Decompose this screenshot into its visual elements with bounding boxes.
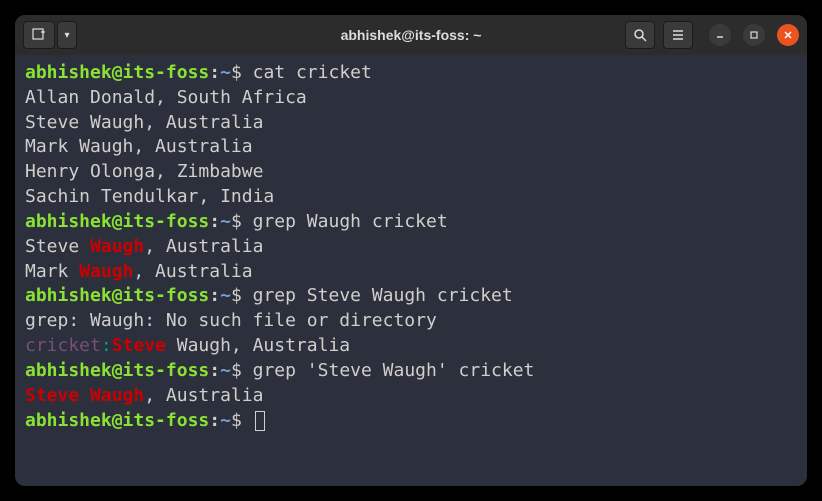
- prompt-at: @: [112, 360, 123, 381]
- command-text: cat cricket: [253, 62, 372, 83]
- chevron-down-icon: ▾: [64, 30, 69, 41]
- grep-filename: cricket: [25, 335, 101, 356]
- prompt-colon: :: [209, 410, 220, 431]
- prompt-user: abhishek: [25, 410, 112, 431]
- window-controls: [709, 24, 799, 46]
- grep-match: Waugh: [90, 236, 144, 257]
- command-text: grep 'Steve Waugh' cricket: [253, 360, 535, 381]
- prompt-colon: :: [209, 62, 220, 83]
- prompt-dollar: $: [231, 410, 253, 431]
- error-line: grep: Waugh: No such file or directory: [25, 309, 797, 334]
- grep-match: Steve: [112, 335, 166, 356]
- output-line: Mark Waugh, Australia: [25, 135, 797, 160]
- prompt-path: ~: [220, 285, 231, 306]
- prompt-host: its-foss: [123, 410, 210, 431]
- output-line: Steve Waugh, Australia: [25, 235, 797, 260]
- prompt-host: its-foss: [123, 360, 210, 381]
- prompt-at: @: [112, 285, 123, 306]
- close-button[interactable]: [777, 24, 799, 46]
- grep-pre: Mark: [25, 261, 79, 282]
- prompt-line: abhishek@its-foss:~$ grep Steve Waugh cr…: [25, 284, 797, 309]
- prompt-path: ~: [220, 410, 231, 431]
- minimize-button[interactable]: [709, 24, 731, 46]
- prompt-dollar: $: [231, 62, 253, 83]
- prompt-user: abhishek: [25, 211, 112, 232]
- grep-post: , Australia: [144, 385, 263, 406]
- output-line: Allan Donald, South Africa: [25, 86, 797, 111]
- minimize-icon: [715, 30, 725, 40]
- prompt-at: @: [112, 211, 123, 232]
- prompt-host: its-foss: [123, 211, 210, 232]
- prompt-dollar: $: [231, 285, 253, 306]
- hamburger-icon: [671, 28, 685, 42]
- titlebar-left: ▾: [23, 21, 77, 49]
- prompt-host: its-foss: [123, 285, 210, 306]
- prompt-dollar: $: [231, 211, 253, 232]
- prompt-path: ~: [220, 360, 231, 381]
- search-button[interactable]: [625, 21, 655, 49]
- prompt-line: abhishek@its-foss:~$: [25, 409, 797, 434]
- titlebar: ▾ abhishek@its-foss: ~: [15, 15, 807, 55]
- prompt-path: ~: [220, 211, 231, 232]
- titlebar-right: [625, 21, 799, 49]
- grep-match: Steve Waugh: [25, 385, 144, 406]
- terminal-window: ▾ abhishek@its-foss: ~: [15, 15, 807, 486]
- grep-post: Waugh, Australia: [166, 335, 350, 356]
- maximize-icon: [749, 30, 759, 40]
- prompt-line: abhishek@its-foss:~$ grep Waugh cricket: [25, 210, 797, 235]
- maximize-button[interactable]: [743, 24, 765, 46]
- prompt-path: ~: [220, 62, 231, 83]
- grep-match: Waugh: [79, 261, 133, 282]
- prompt-user: abhishek: [25, 360, 112, 381]
- output-line: cricket:Steve Waugh, Australia: [25, 334, 797, 359]
- grep-pre: Steve: [25, 236, 90, 257]
- prompt-user: abhishek: [25, 62, 112, 83]
- prompt-line: abhishek@its-foss:~$ cat cricket: [25, 61, 797, 86]
- search-icon: [633, 28, 647, 42]
- terminal-body[interactable]: abhishek@its-foss:~$ cat cricket Allan D…: [15, 55, 807, 486]
- new-tab-button[interactable]: [23, 21, 55, 49]
- window-title: abhishek@its-foss: ~: [341, 27, 482, 43]
- close-icon: [783, 30, 793, 40]
- prompt-user: abhishek: [25, 285, 112, 306]
- prompt-at: @: [112, 62, 123, 83]
- new-tab-icon: [32, 28, 46, 42]
- output-line: Steve Waugh, Australia: [25, 384, 797, 409]
- output-line: Steve Waugh, Australia: [25, 111, 797, 136]
- output-line: Mark Waugh, Australia: [25, 260, 797, 285]
- output-line: Sachin Tendulkar, India: [25, 185, 797, 210]
- menu-button[interactable]: [663, 21, 693, 49]
- grep-file-colon: :: [101, 335, 112, 356]
- prompt-colon: :: [209, 211, 220, 232]
- prompt-line: abhishek@its-foss:~$ grep 'Steve Waugh' …: [25, 359, 797, 384]
- command-text: grep Steve Waugh cricket: [253, 285, 513, 306]
- tab-dropdown-button[interactable]: ▾: [57, 21, 77, 49]
- prompt-host: its-foss: [123, 62, 210, 83]
- prompt-colon: :: [209, 360, 220, 381]
- prompt-colon: :: [209, 285, 220, 306]
- cursor: [255, 411, 265, 431]
- prompt-dollar: $: [231, 360, 253, 381]
- grep-post: , Australia: [133, 261, 252, 282]
- prompt-at: @: [112, 410, 123, 431]
- grep-post: , Australia: [144, 236, 263, 257]
- command-text: grep Waugh cricket: [253, 211, 448, 232]
- output-line: Henry Olonga, Zimbabwe: [25, 160, 797, 185]
